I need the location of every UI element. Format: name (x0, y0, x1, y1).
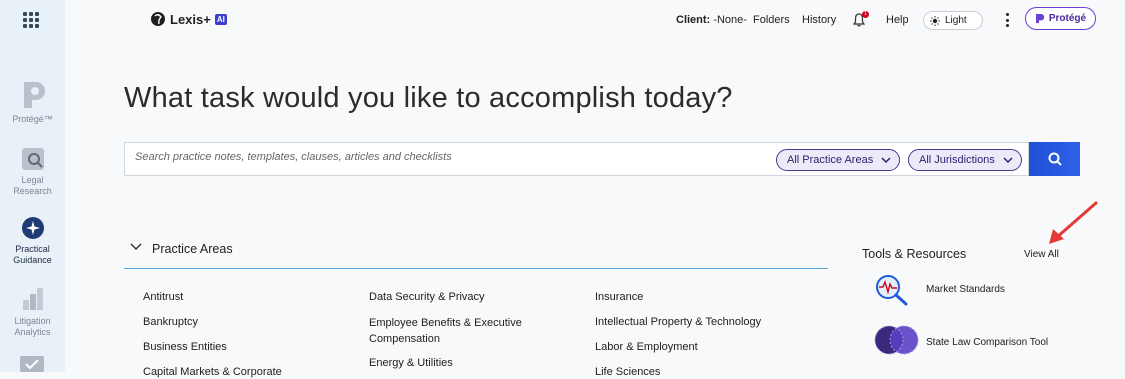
rail-item-litigation-analytics[interactable]: Litigation Analytics (0, 286, 65, 338)
checklist-icon[interactable] (20, 356, 44, 372)
app-grid-icon[interactable] (23, 12, 39, 28)
protege-icon (1035, 14, 1045, 23)
practice-area-link[interactable]: Intellectual Property & Technology (595, 315, 761, 329)
practice-area-link[interactable]: Data Security & Privacy (369, 290, 485, 304)
rail-item-label: Legal Research (13, 175, 52, 196)
more-menu-icon[interactable] (1006, 13, 1010, 27)
legal-research-icon (21, 148, 44, 170)
practice-area-link[interactable]: Insurance (595, 290, 643, 304)
theme-toggle[interactable]: Light (923, 11, 983, 30)
practice-areas-title: Practice Areas (152, 242, 233, 256)
collapse-chevron-icon[interactable] (130, 243, 142, 251)
jurisdictions-dropdown[interactable]: All Jurisdictions (908, 149, 1022, 171)
search-bar: All Practice Areas All Jurisdictions (124, 142, 1029, 176)
practice-area-link[interactable]: Capital Markets & Corporate (143, 365, 282, 379)
nav-folders[interactable]: Folders (753, 14, 790, 26)
tools-resources-title: Tools & Resources (862, 247, 967, 261)
protege-logo-icon (23, 82, 45, 108)
chevron-down-icon (881, 157, 891, 163)
brand-name: Lexis+ (170, 11, 211, 27)
view-all-link[interactable]: View All (1024, 249, 1059, 260)
rail-item-legal-research[interactable]: Legal Research (0, 147, 65, 197)
nav-history[interactable]: History (802, 14, 836, 26)
practice-areas-select-label: All Practice Areas (787, 154, 874, 166)
page-title: What task would you like to accomplish t… (124, 82, 733, 114)
left-rail: Protégé™ Legal Research Practical Guidan… (0, 0, 65, 372)
nav-help[interactable]: Help (886, 14, 909, 26)
lexis-logo[interactable]: Lexis+ AI (150, 11, 227, 27)
state-law-comparison-icon (874, 325, 919, 355)
rail-item-label: Protégé™ (12, 114, 53, 124)
search-input[interactable] (135, 151, 735, 163)
search-icon (1048, 152, 1062, 166)
sun-icon (930, 15, 940, 26)
section-divider (124, 268, 828, 269)
theme-label: Light (945, 15, 967, 26)
client-label: Client: (676, 14, 711, 26)
practice-area-link[interactable]: Life Sciences (595, 365, 660, 379)
annotation-arrow-icon (1049, 201, 1098, 244)
practice-area-link[interactable]: Business Entities (143, 340, 227, 354)
practice-area-link[interactable]: Energy & Utilities (369, 356, 453, 370)
rail-item-label: Litigation Analytics (14, 316, 51, 337)
practical-guidance-icon (21, 217, 44, 239)
practice-area-link[interactable]: Bankruptcy (143, 315, 198, 329)
tool-label: Market Standards (926, 284, 1005, 295)
lexis-logo-icon (151, 12, 165, 26)
protege-button[interactable]: Protégé (1025, 7, 1096, 30)
rail-item-label: Practical Guidance (13, 244, 52, 265)
protege-label: Protégé (1048, 13, 1087, 24)
market-standards-icon (876, 275, 908, 306)
practice-area-link[interactable]: Antitrust (143, 290, 183, 304)
client-selector[interactable]: Client: -None- (676, 14, 747, 26)
rail-item-protege[interactable]: Protégé™ (0, 80, 65, 125)
tool-label: State Law Comparison Tool (926, 337, 1049, 348)
chevron-down-icon (1003, 157, 1013, 163)
search-button[interactable] (1029, 142, 1080, 176)
jurisdictions-select-label: All Jurisdictions (919, 154, 995, 166)
client-value: -None- (713, 14, 747, 26)
practice-areas-dropdown[interactable]: All Practice Areas (776, 149, 901, 171)
litigation-analytics-icon (22, 288, 43, 310)
practice-area-link[interactable]: Labor & Employment (595, 340, 698, 354)
brand-ai-badge: AI (214, 13, 227, 25)
notification-badge: 1 (862, 11, 869, 18)
practice-area-link[interactable]: Employee Benefits & Executive Compensati… (369, 315, 559, 347)
rail-item-practical-guidance[interactable]: Practical Guidance (0, 216, 65, 266)
